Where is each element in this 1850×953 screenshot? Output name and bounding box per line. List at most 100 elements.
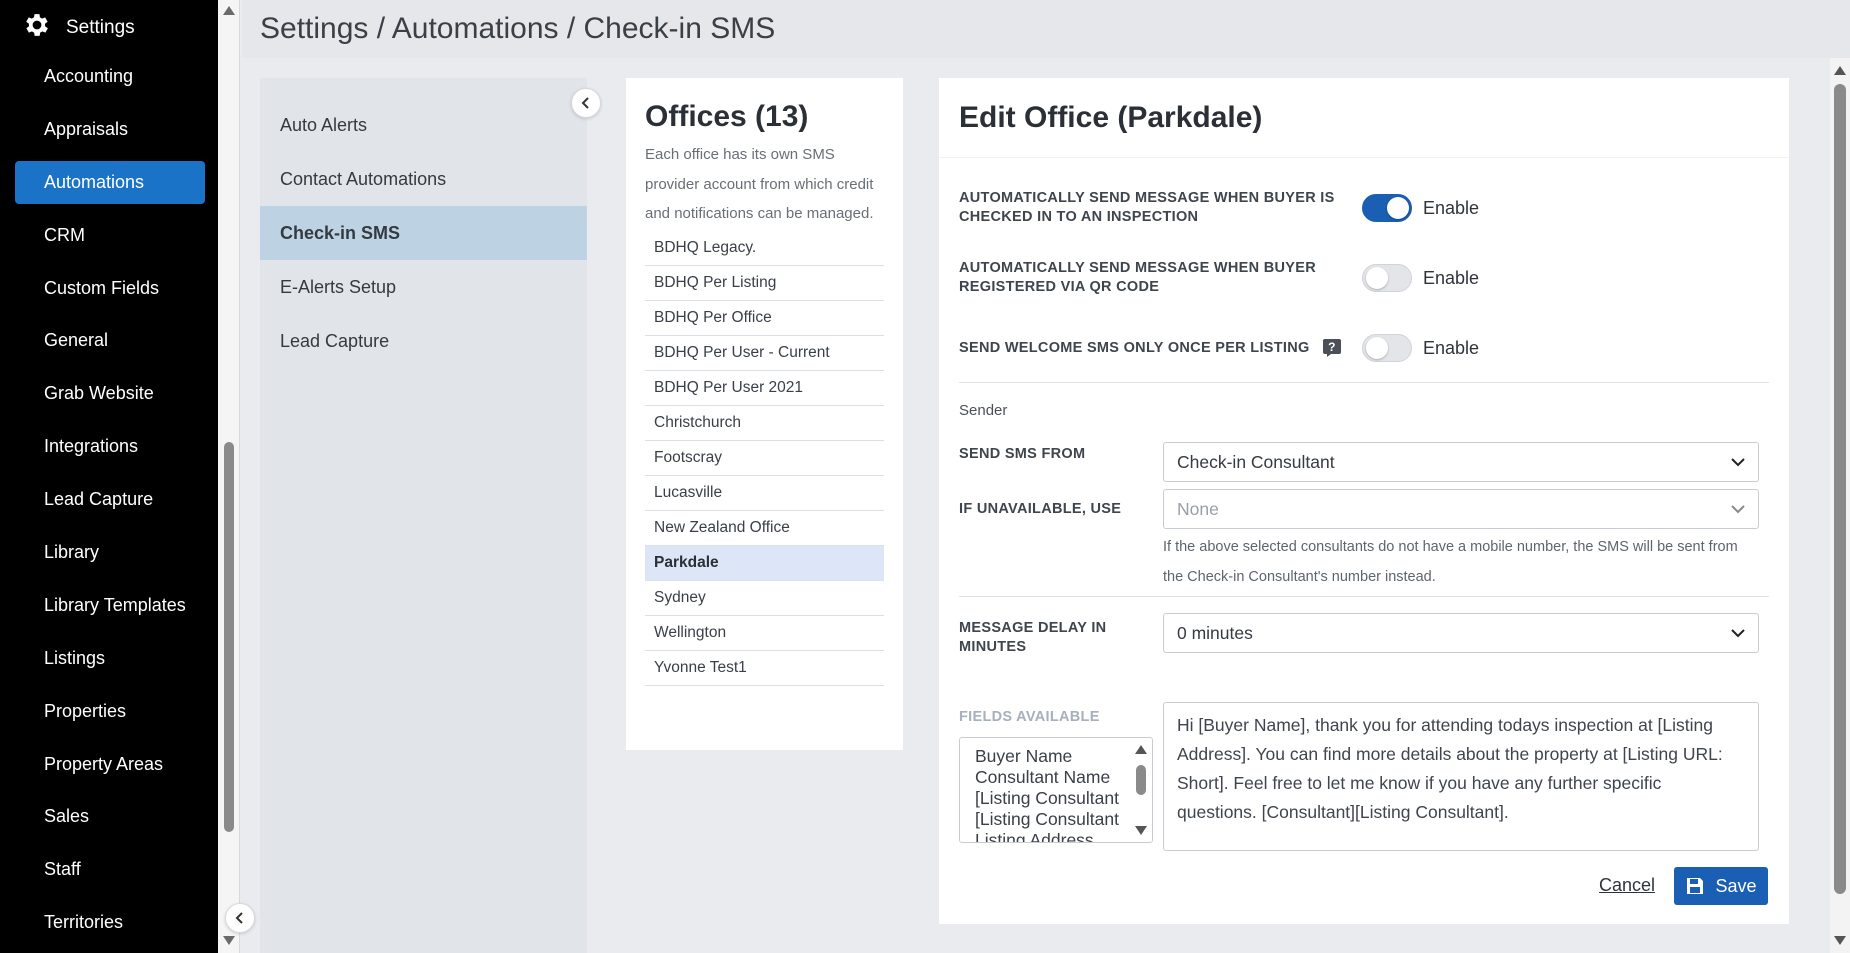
subnav-item-contact-automations[interactable]: Contact Automations: [260, 152, 587, 206]
office-list-item[interactable]: Footscray: [645, 441, 884, 476]
save-label: Save: [1715, 875, 1757, 896]
subnav-item-check-in-sms[interactable]: Check-in SMS: [260, 206, 587, 260]
field-option[interactable]: Consultant Name: [975, 767, 1130, 788]
message-textarea[interactable]: Hi [Buyer Name], thank you for attending…: [1163, 702, 1759, 851]
toggle-row-welcome-once: Send welcome SMS only once per listing ?…: [959, 328, 1779, 368]
edit-header: Edit Office (Parkdale): [939, 78, 1789, 158]
toggle-row-qr: Automatically send message when buyer re…: [959, 258, 1779, 298]
office-list-item[interactable]: BDHQ Per Office: [645, 301, 884, 336]
auto-send-checkin-toggle[interactable]: [1362, 194, 1412, 222]
sidebar-item-custom-fields[interactable]: Custom Fields: [15, 267, 205, 310]
subnav-collapse-button[interactable]: [571, 88, 601, 118]
office-list-item[interactable]: BDHQ Per User 2021: [645, 371, 884, 406]
breadcrumb: Settings / Automations / Check-in SMS: [260, 12, 776, 45]
office-list-item[interactable]: BDHQ Legacy.: [645, 231, 884, 266]
toggle-label: Automatically send message when buyer is…: [959, 190, 1335, 225]
sidebar-item-properties[interactable]: Properties: [15, 690, 205, 733]
save-icon: [1687, 878, 1704, 894]
scroll-thumb[interactable]: [1834, 84, 1846, 894]
subnav-item-e-alerts-setup[interactable]: E-Alerts Setup: [260, 260, 587, 314]
settings-title: Settings: [66, 17, 135, 38]
scroll-up-arrow-icon[interactable]: [1135, 745, 1147, 754]
sidebar-item-territories[interactable]: Territories: [15, 901, 205, 944]
toggle-state-label: Enable: [1423, 198, 1480, 218]
sidebar-item-crm[interactable]: CRM: [15, 214, 205, 257]
sidebar-item-appraisals[interactable]: Appraisals: [15, 108, 205, 151]
sidebar-collapse-button[interactable]: [225, 903, 255, 933]
fields-scrollbar[interactable]: [1134, 743, 1148, 837]
save-button[interactable]: Save: [1674, 867, 1768, 905]
sidebar-item-integrations[interactable]: Integrations: [15, 425, 205, 468]
sidebar-item-lead-capture[interactable]: Lead Capture: [15, 478, 205, 521]
sidebar-item-grab-website[interactable]: Grab Website: [15, 372, 205, 415]
divider: [959, 382, 1769, 383]
sidebar-item-listings[interactable]: Listings: [15, 637, 205, 680]
scroll-thumb[interactable]: [1136, 765, 1146, 795]
page-header: Settings / Automations / Check-in SMS: [242, 0, 1850, 58]
office-list-item[interactable]: Yvonne Test1: [645, 651, 884, 686]
chevron-down-icon: [1731, 629, 1745, 638]
automations-subnav: Auto Alerts Contact Automations Check-in S…: [260, 78, 587, 953]
toggle-label-wrap: Send welcome SMS only once per listing ?: [959, 338, 1359, 358]
sidebar-item-accounting[interactable]: Accounting: [15, 55, 205, 98]
scroll-up-arrow-icon[interactable]: [223, 6, 235, 15]
toggle-label: Automatically send message when buyer re…: [959, 260, 1316, 295]
edit-office-panel: Edit Office (Parkdale) Automatically sen…: [939, 78, 1789, 924]
office-list-item[interactable]: New Zealand Office: [645, 511, 884, 546]
office-list: BDHQ Legacy. BDHQ Per Listing BDHQ Per Off…: [645, 231, 884, 686]
sidebar-item-property-areas[interactable]: Property Areas: [15, 743, 205, 786]
office-list-item[interactable]: Parkdale: [645, 545, 884, 581]
send-from-label: SEND SMS FROM: [959, 446, 1086, 462]
scroll-down-arrow-icon[interactable]: [1834, 936, 1846, 945]
offices-panel: Offices (13) Each office has its own SMS…: [626, 78, 903, 750]
office-list-item[interactable]: Wellington: [645, 616, 884, 651]
cancel-link[interactable]: Cancel: [1599, 875, 1655, 896]
main-sidebar: Settings Accounting Appraisals Automations…: [0, 0, 218, 953]
sidebar-scrollbar[interactable]: [218, 0, 240, 953]
scroll-thumb[interactable]: [224, 442, 234, 832]
auto-send-qr-toggle[interactable]: [1362, 264, 1412, 292]
fields-available-label: FIELDS AVAILABLE: [959, 709, 1100, 725]
chevron-down-icon: [1731, 505, 1745, 514]
help-icon[interactable]: ?: [1322, 338, 1342, 358]
settings-header[interactable]: Settings: [22, 10, 135, 46]
gear-icon: [22, 10, 52, 46]
field-option[interactable]: [Listing Consultant: [975, 788, 1130, 809]
office-list-item[interactable]: Lucasville: [645, 476, 884, 511]
sidebar-item-library-templates[interactable]: Library Templates: [15, 584, 205, 627]
divider: [959, 596, 1769, 597]
sidebar-item-automations[interactable]: Automations: [15, 160, 205, 204]
scroll-down-arrow-icon[interactable]: [1135, 826, 1147, 835]
svg-text:?: ?: [1328, 340, 1336, 354]
subnav-item-auto-alerts[interactable]: Auto Alerts: [260, 98, 587, 152]
if-unavailable-label: IF UNAVAILABLE, USE: [959, 501, 1122, 517]
toggle-label: Send welcome SMS only once per listing: [959, 339, 1310, 356]
sidebar-item-sales[interactable]: Sales: [15, 795, 205, 838]
send-from-value: Check-in Consultant: [1177, 451, 1335, 472]
office-list-item[interactable]: Sydney: [645, 581, 884, 616]
chevron-left-icon: [235, 912, 243, 924]
office-list-item[interactable]: Christchurch: [645, 406, 884, 441]
fields-available-list[interactable]: Buyer Name Consultant Name [Listing Consul…: [959, 737, 1153, 843]
welcome-once-toggle[interactable]: [1362, 334, 1412, 362]
send-from-select[interactable]: Check-in Consultant: [1163, 442, 1759, 482]
scroll-up-arrow-icon[interactable]: [1834, 66, 1846, 75]
if-unavailable-select[interactable]: None: [1163, 489, 1759, 529]
scroll-down-arrow-icon[interactable]: [223, 936, 235, 945]
main-scrollbar[interactable]: [1830, 58, 1850, 953]
subnav-item-lead-capture[interactable]: Lead Capture: [260, 314, 587, 368]
sidebar-item-staff[interactable]: Staff: [15, 848, 205, 891]
sidebar-item-general[interactable]: General: [15, 319, 205, 362]
sidebar-item-library[interactable]: Library: [15, 531, 205, 574]
edit-title: Edit Office (Parkdale): [959, 100, 1263, 134]
office-list-item[interactable]: BDHQ Per Listing: [645, 266, 884, 301]
field-option[interactable]: [Listing Consultant: [975, 809, 1130, 830]
delay-value: 0 minutes: [1177, 622, 1253, 643]
field-option[interactable]: Listing Address: [975, 830, 1130, 842]
toggle-state-label: Enable: [1423, 338, 1480, 358]
office-list-item[interactable]: BDHQ Per User - Current: [645, 336, 884, 371]
chevron-left-icon: [581, 97, 589, 109]
offices-description: Each office has its own SMS provider acc…: [645, 146, 874, 222]
field-option[interactable]: Buyer Name: [975, 746, 1130, 767]
message-delay-select[interactable]: 0 minutes: [1163, 613, 1759, 653]
